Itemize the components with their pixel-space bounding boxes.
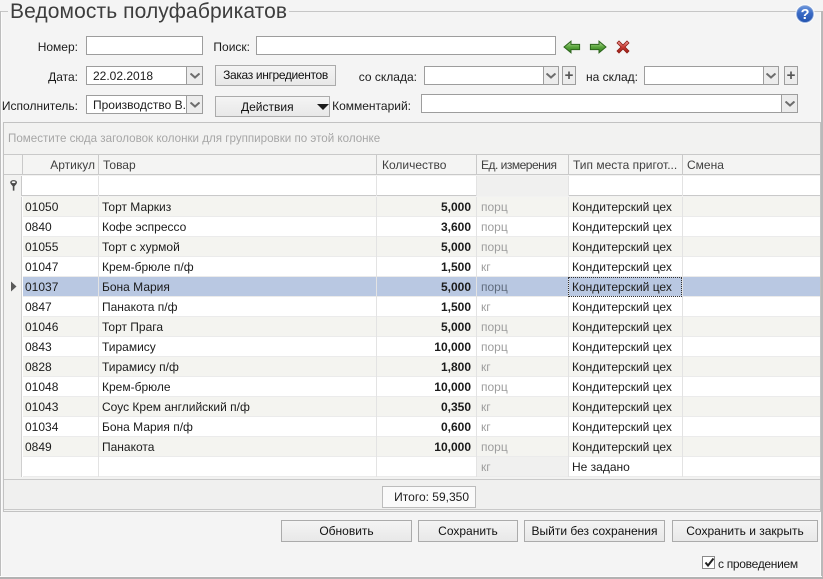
svg-text:?: ? xyxy=(801,7,810,23)
